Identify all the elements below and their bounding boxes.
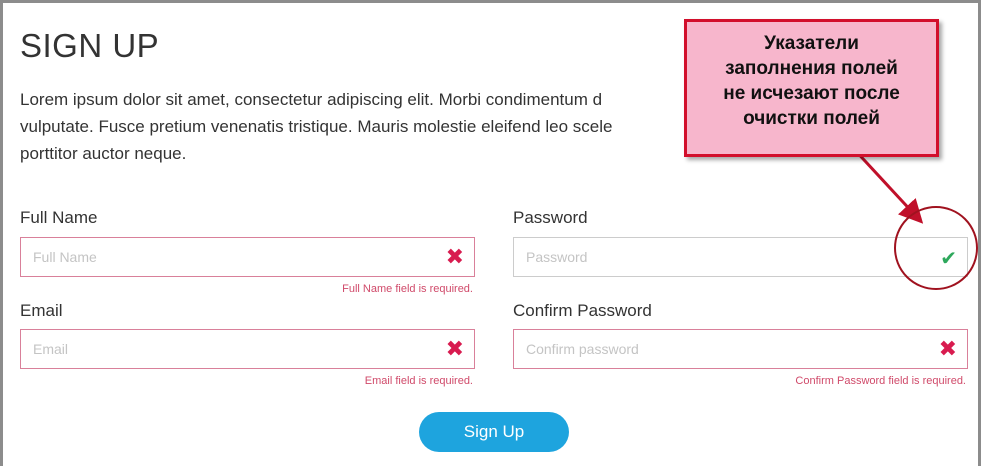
- annotation-arrow: [851, 146, 924, 224]
- screenshot-frame: SIGN UP Lorem ipsum dolor sit amet, cons…: [0, 0, 981, 466]
- annotation-highlight-circle: [894, 206, 978, 290]
- annotation-callout: Указатели заполнения полей не исчезают п…: [684, 19, 939, 157]
